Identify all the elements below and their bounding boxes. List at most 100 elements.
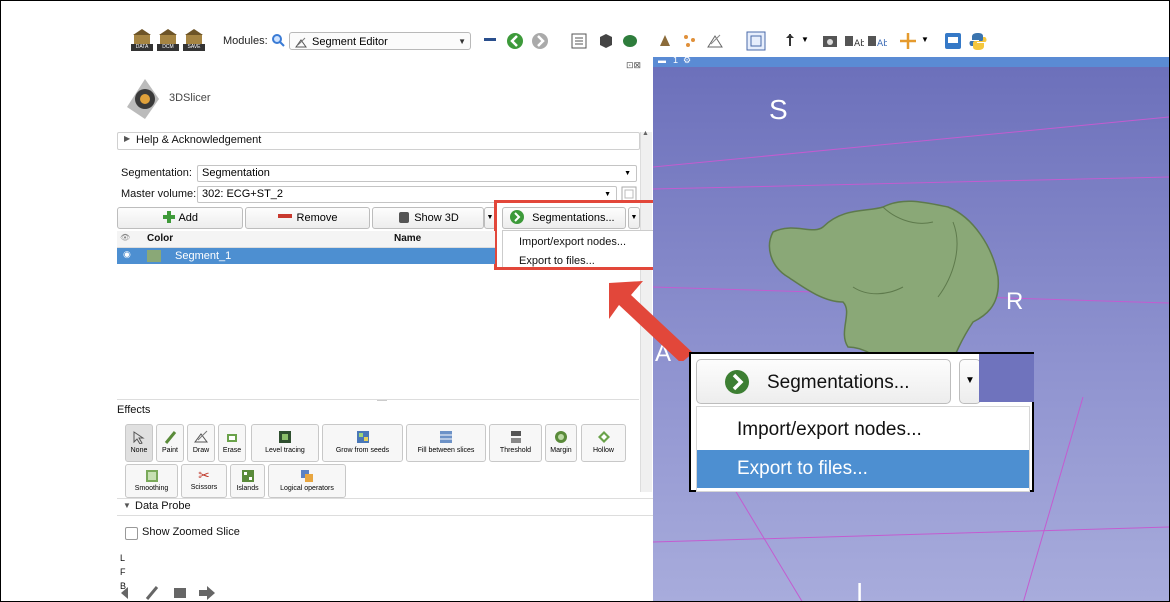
svg-text:Ab: Ab — [854, 39, 864, 49]
zoomed-import-export-item[interactable]: Import/export nodes... — [697, 411, 1029, 449]
grow-seeds-icon — [356, 431, 369, 443]
load-dicom-button[interactable]: DCM — [157, 29, 179, 51]
effect-draw-label: Draw — [192, 447, 210, 454]
zoomed-view-background — [979, 354, 1034, 402]
orientation-label-s: S — [769, 94, 788, 125]
zoomed-segmentations-button[interactable]: Segmentations... — [696, 359, 951, 404]
effect-paint[interactable]: Paint — [156, 424, 184, 462]
effect-none[interactable]: None — [125, 424, 153, 462]
effect-scissors[interactable]: ✂ Scissors — [181, 464, 227, 498]
effect-logical-operators[interactable]: Logical operators — [268, 464, 346, 498]
splitter-handle[interactable] — [377, 400, 387, 401]
data-list-icon[interactable] — [571, 33, 587, 49]
forward-arrow-icon[interactable] — [531, 32, 549, 50]
add-label: Add — [178, 212, 199, 224]
screenshot-icon[interactable] — [821, 32, 839, 50]
svg-text:Ab: Ab — [877, 39, 887, 49]
remove-segment-button[interactable]: Remove — [245, 207, 370, 229]
zoomed-export-files-item[interactable]: Export to files... — [697, 450, 1029, 488]
chevron-down-icon: ▼ — [458, 37, 466, 46]
segment-name[interactable]: Segment_1 — [175, 250, 231, 262]
save-button[interactable]: SAVE — [183, 29, 205, 51]
segments-table-body — [117, 264, 639, 400]
show-zoomed-slice-checkbox[interactable] — [125, 527, 138, 540]
effect-hollow[interactable]: Hollow — [581, 424, 626, 462]
pin-icon[interactable]: ▬ — [658, 56, 666, 65]
chevron-down-icon[interactable]: ▼ — [801, 35, 809, 44]
chevron-down-icon[interactable]: ▼ — [921, 35, 929, 44]
log-icon — [174, 588, 186, 598]
col-color-header[interactable]: Color — [147, 233, 173, 244]
zoomed-segmentations-dropdown[interactable]: ▼ — [959, 359, 981, 404]
segmentation-value: Segmentation — [202, 167, 270, 179]
main-toolbar: DATA DCM SAVE Modules: Segment Editor ▼ … — [1, 23, 1169, 61]
module-panel: ⊡⊠ 3DSlicer ▶ Help & Acknowledgement ▲ S… — [1, 57, 666, 601]
scroll-up-icon[interactable]: ▲ — [642, 130, 649, 137]
effect-margin-label: Margin — [550, 447, 572, 454]
view-controller-bar[interactable]: ▬ 1 ⚙ — [653, 55, 1169, 67]
zoomed-import-export-label: Import/export nodes... — [737, 419, 922, 440]
effect-grow-from-seeds[interactable]: Grow from seeds — [322, 424, 403, 462]
zoomed-menu-callout: Segmentations... ▼ Import/export nodes..… — [689, 352, 1034, 492]
building-icon — [159, 29, 177, 44]
chevron-down-icon: ▼ — [965, 375, 975, 386]
fill-between-icon — [440, 431, 452, 443]
logical-operators-icon — [301, 470, 313, 482]
crosshair-mode-icon[interactable]: Ab — [844, 32, 864, 50]
expand-arrow-icon: ▶ — [124, 134, 131, 143]
effect-logical-operators-label: Logical operators — [280, 485, 334, 492]
window-level-icon[interactable]: Ab — [867, 32, 887, 50]
models-icon[interactable] — [621, 32, 639, 50]
modules-label: Modules: — [223, 35, 268, 47]
pointer-icon[interactable] — [781, 32, 799, 50]
volume-icon[interactable] — [597, 32, 615, 50]
segment-color-swatch[interactable] — [147, 250, 161, 262]
data-probe-section[interactable]: ▼ Data Probe — [117, 498, 653, 516]
zoomed-segmentations-label: Segmentations... — [767, 372, 910, 393]
effect-threshold[interactable]: Threshold — [489, 424, 542, 462]
crosshair-icon[interactable] — [899, 32, 917, 50]
col-name-header[interactable]: Name — [394, 233, 421, 244]
view-number: 1 — [673, 55, 679, 65]
table-row[interactable]: ◉ Segment_1 — [117, 248, 495, 264]
undock-close-icon[interactable]: ⊡⊠ — [626, 60, 641, 71]
eye-icon[interactable]: ◉ — [123, 249, 131, 260]
effect-fill-between-slices[interactable]: Fill between slices — [406, 424, 486, 462]
layout-icon[interactable] — [746, 31, 766, 51]
eraser-icon — [227, 434, 237, 442]
probe-l-label: L — [120, 553, 126, 563]
effect-islands[interactable]: Islands — [230, 464, 265, 498]
segmentation-selector[interactable]: Segmentation ▼ — [197, 165, 637, 182]
level-tracing-icon — [279, 431, 291, 443]
editor-icon[interactable] — [706, 32, 724, 50]
orientation-label-i: I — [856, 577, 864, 602]
transforms-icon[interactable] — [656, 32, 674, 50]
effect-draw[interactable]: Draw — [187, 424, 215, 462]
link-icon[interactable]: ⚙ — [683, 55, 691, 66]
search-icon[interactable] — [271, 33, 285, 47]
help-label: Help & Acknowledgement — [136, 134, 262, 146]
scissors-icon: ✂ — [198, 467, 210, 483]
show-3d-button[interactable]: Show 3D — [372, 207, 484, 229]
three-d-view[interactable]: S R A I — [653, 57, 1169, 602]
python-icon[interactable] — [968, 31, 988, 51]
smoothing-icon — [145, 470, 158, 482]
help-acknowledgement-section[interactable]: ▶ Help & Acknowledgement — [117, 132, 640, 150]
extension-manager-icon[interactable] — [944, 32, 962, 50]
effect-level-tracing[interactable]: Level tracing — [251, 424, 319, 462]
effect-islands-label: Islands — [236, 485, 259, 492]
module-selector[interactable]: Segment Editor ▼ — [289, 32, 471, 50]
effect-erase[interactable]: Erase — [218, 424, 246, 462]
load-data-button[interactable]: DATA — [131, 29, 153, 51]
master-volume-value: 302: ECG+ST_2 — [202, 188, 284, 200]
threshold-icon — [510, 431, 521, 443]
effect-margin[interactable]: Margin — [545, 424, 577, 462]
back-arrow-icon[interactable] — [506, 32, 524, 50]
add-segment-button[interactable]: Add — [117, 207, 243, 229]
building-icon — [133, 29, 151, 44]
effect-grow-from-seeds-label: Grow from seeds — [335, 447, 390, 454]
building-icon — [185, 29, 203, 44]
data-label: DATA — [131, 44, 153, 51]
effect-smoothing[interactable]: Smoothing — [125, 464, 178, 498]
markups-icon[interactable] — [681, 32, 699, 50]
